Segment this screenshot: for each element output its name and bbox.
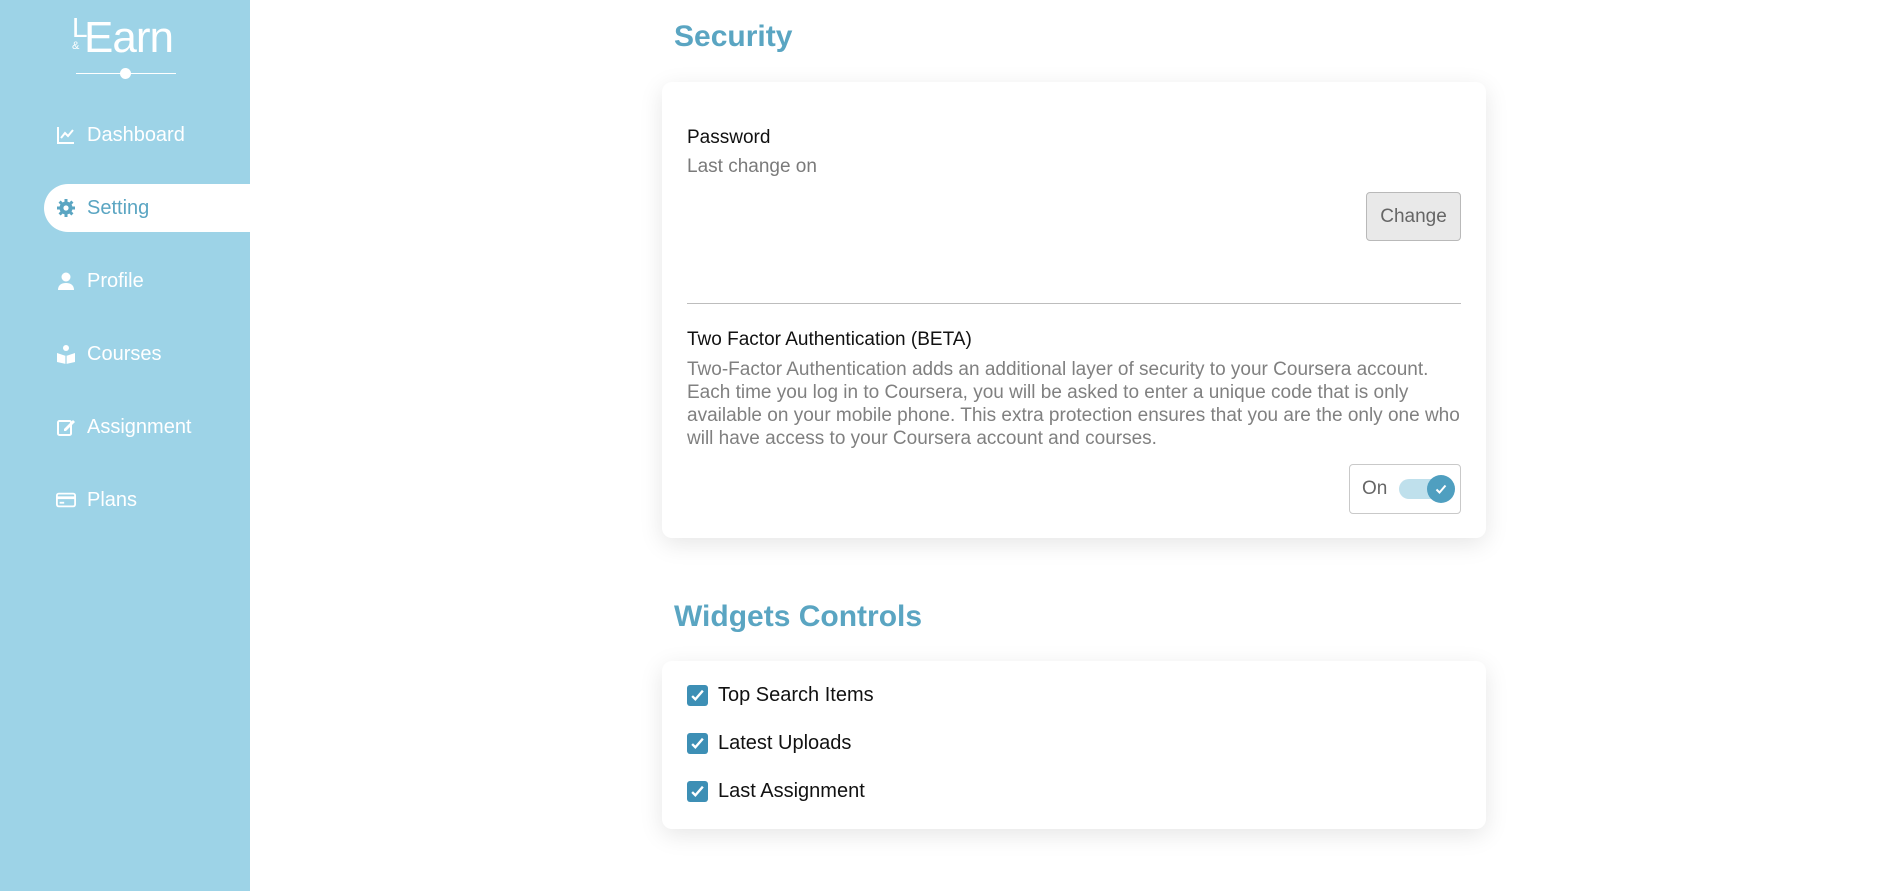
widgets-title: Widgets Controls <box>674 600 923 633</box>
book-reader-icon <box>55 343 77 365</box>
sidebar: L & Earn Dashboard Setting Profile Cours… <box>0 0 250 891</box>
password-label: Password <box>687 127 771 148</box>
checkbox-label: Latest Uploads <box>718 731 852 754</box>
sidebar-item-dashboard[interactable]: Dashboard <box>44 111 250 159</box>
sidebar-item-profile[interactable]: Profile <box>44 257 250 305</box>
sidebar-item-label: Courses <box>87 342 162 365</box>
sidebar-item-assignment[interactable]: Assignment <box>44 403 250 451</box>
change-password-button[interactable]: Change <box>1366 192 1461 241</box>
sidebar-item-label: Setting <box>87 196 150 219</box>
checkbox[interactable] <box>687 684 708 706</box>
password-last-change: Last change on <box>687 156 817 177</box>
logo-dot <box>120 68 131 79</box>
check-icon <box>1436 484 1447 494</box>
widgets-card: Top Search Items Latest Uploads Last Ass… <box>662 661 1486 829</box>
sidebar-item-plans[interactable]: Plans <box>44 476 250 524</box>
two-factor-description: Two-Factor Authentication adds an additi… <box>687 359 1460 449</box>
sidebar-item-courses[interactable]: Courses <box>44 330 250 378</box>
edit-icon <box>55 416 77 438</box>
user-icon <box>55 270 77 292</box>
logo-ampersand: & <box>72 40 80 52</box>
toggle-knob[interactable] <box>1427 475 1456 503</box>
credit-card-icon <box>55 489 77 511</box>
two-factor-toggle[interactable]: On <box>1349 464 1461 514</box>
widget-option-top-search-items[interactable]: Top Search Items <box>687 682 874 708</box>
sidebar-item-setting[interactable]: Setting <box>44 184 250 232</box>
checkbox[interactable] <box>687 732 708 754</box>
checkbox[interactable] <box>687 780 708 802</box>
check-icon <box>691 737 704 749</box>
widget-option-latest-uploads[interactable]: Latest Uploads <box>687 730 851 756</box>
security-card: Password Last change on Change Two Facto… <box>662 82 1486 538</box>
logo-earn: Earn <box>84 13 174 62</box>
sidebar-item-label: Plans <box>87 488 138 511</box>
checkbox-label: Top Search Items <box>718 683 874 706</box>
toggle-track[interactable] <box>1399 475 1456 503</box>
sidebar-item-label: Dashboard <box>87 123 185 146</box>
sidebar-item-label: Assignment <box>87 415 192 438</box>
logo[interactable]: L & Earn <box>70 12 190 82</box>
sidebar-item-label: Profile <box>87 269 144 292</box>
toggle-state-label: On <box>1362 478 1388 499</box>
check-icon <box>691 785 704 797</box>
two-factor-label: Two Factor Authentication (BETA) <box>687 329 972 350</box>
checkbox-label: Last Assignment <box>718 779 865 802</box>
security-title: Security <box>674 20 793 53</box>
gear-icon <box>55 197 77 219</box>
check-icon <box>691 689 704 701</box>
widget-option-last-assignment[interactable]: Last Assignment <box>687 778 865 804</box>
chart-line-icon <box>55 124 77 146</box>
divider <box>687 303 1461 304</box>
